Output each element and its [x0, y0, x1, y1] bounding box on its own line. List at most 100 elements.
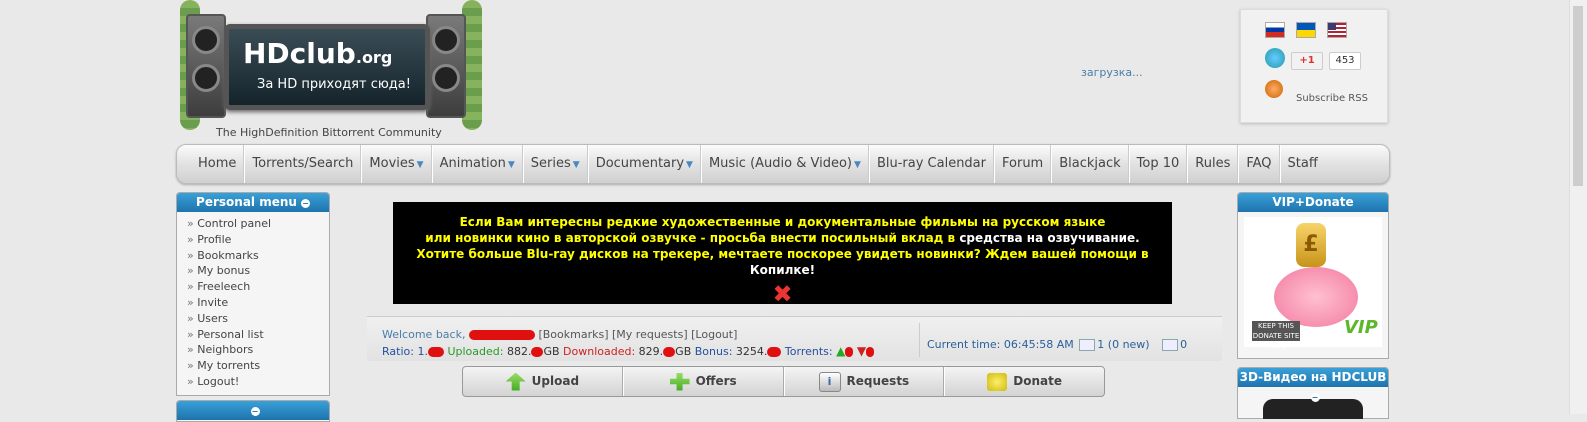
banner-line: Если Вам интересны редкие художественные…	[459, 215, 1106, 229]
flag-ru-icon[interactable]	[1265, 22, 1285, 38]
menu-item-profile[interactable]: Profile	[187, 232, 329, 248]
video3d-panel-header[interactable]: 3D-Видео на HDCLUB−	[1238, 368, 1388, 402]
nav-item-home[interactable]: Home	[191, 145, 245, 183]
my-requests-link[interactable]: [My requests]	[612, 328, 688, 341]
redacted-mark	[427, 347, 444, 357]
nav-item-torrents-search[interactable]: Torrents/Search	[244, 145, 362, 183]
menu-item-bookmarks[interactable]: Bookmarks	[187, 248, 329, 264]
nav-item-music-audio-video[interactable]: Music (Audio & Video) ▼	[700, 145, 869, 183]
panel-header[interactable]: −	[177, 401, 329, 420]
bookmarks-link[interactable]: [Bookmarks]	[538, 328, 608, 341]
user-bar: Welcome back, [Bookmarks] [My requests] …	[367, 316, 1222, 361]
scrollbar-thumb[interactable]	[1573, 6, 1583, 186]
redacted-mark	[531, 347, 544, 357]
seeding-arrow-icon[interactable]: ▲	[836, 344, 845, 358]
upload-button[interactable]: Upload	[463, 367, 623, 396]
donate-button[interactable]: Donate	[944, 367, 1104, 396]
nav-item-blackjack[interactable]: Blackjack	[1051, 145, 1129, 183]
info-icon: i	[818, 371, 841, 392]
menu-item-logout[interactable]: Logout!	[187, 374, 329, 390]
inbox-icon[interactable]	[1079, 339, 1096, 351]
chevron-down-icon: ▼	[686, 160, 693, 170]
requests-button[interactable]: i Requests	[783, 367, 945, 396]
donation-banner: Если Вам интересны редкие художественные…	[393, 202, 1172, 308]
site-logo[interactable]: HDclub.org За HD приходят сюда! The High…	[180, 0, 482, 140]
logout-link[interactable]: [Logout]	[691, 328, 737, 341]
speaker-icon	[186, 14, 226, 118]
nav-item-animation[interactable]: Animation ▼	[431, 145, 523, 183]
nav-item-movies[interactable]: Movies ▼	[361, 145, 432, 183]
site-tagline: The HighDefinition Bittorrent Community	[216, 126, 442, 139]
personal-menu-header[interactable]: Personal menu −	[177, 193, 329, 212]
video3d-panel: 3D-Видео на HDCLUB−	[1237, 367, 1389, 419]
main-nav: Home Torrents/Search Movies ▼ Animation ▼ Seri…	[176, 144, 1390, 184]
menu-item-my-torrents[interactable]: My torrents	[187, 358, 329, 374]
uploaded-value: 882.	[506, 345, 532, 358]
downloaded-value: 829.	[638, 345, 664, 358]
divider	[919, 323, 920, 357]
coin-icon: £	[1296, 223, 1326, 267]
piggy-icon	[987, 372, 1008, 391]
nav-item-staff[interactable]: Staff	[1279, 145, 1325, 183]
collapse-icon[interactable]: −	[1310, 393, 1320, 402]
twitter-icon[interactable]	[1265, 48, 1285, 68]
social-box: +1 453 Subscribe RSS	[1240, 9, 1388, 123]
rss-link[interactable]: Subscribe RSS	[1296, 93, 1368, 104]
stats-line: Ratio: 1. Uploaded: 882. GB Downloaded: 8…	[382, 344, 875, 358]
menu-item-control-panel[interactable]: Control panel	[187, 216, 329, 232]
close-icon[interactable]: ✖	[393, 280, 1172, 308]
redacted-username[interactable]	[468, 330, 535, 340]
nav-item-series[interactable]: Series ▼	[522, 145, 588, 183]
plus-icon	[669, 372, 690, 391]
site-header: HDclub.org За HD приходят сюда! The High…	[176, 0, 1390, 142]
page-scrollbar[interactable]	[1569, 0, 1587, 414]
inbox-count[interactable]: 1 (0 new)	[1097, 338, 1149, 351]
personal-menu: Personal menu− Control panelProfileBookm…	[176, 192, 330, 396]
collapse-icon[interactable]: −	[250, 407, 260, 416]
nav-item-documentary[interactable]: Documentary ▼	[587, 145, 701, 183]
nav-item-forum[interactable]: Forum	[994, 145, 1052, 183]
bonus-value: 3254.	[735, 345, 768, 358]
outbox-count[interactable]: 0	[1180, 338, 1187, 351]
speaker-icon	[426, 14, 466, 118]
collapse-icon[interactable]: −	[300, 199, 310, 208]
chevron-down-icon: ▼	[854, 160, 861, 170]
redacted-mark	[663, 347, 676, 357]
menu-item-freeleech[interactable]: Freeleech	[187, 279, 329, 295]
banner-line: Хотите больше Blu-ray дисков на трекере,…	[416, 247, 1149, 277]
welcome-line: Welcome back, [Bookmarks] [My requests] …	[382, 328, 738, 341]
second-menu-panel: −	[176, 400, 330, 422]
leeching-arrow-icon[interactable]: ▼	[857, 344, 866, 358]
menu-item-personal-list[interactable]: Personal list	[187, 327, 329, 343]
nav-item-rules[interactable]: Rules	[1187, 145, 1239, 183]
vip-label: VIP	[1344, 317, 1378, 338]
vip-donate-panel: VIP+Donate £ KEEP THIS DONATE SITE ALIVE…	[1237, 192, 1389, 359]
vip-donate-image[interactable]: £ KEEP THIS DONATE SITE ALIVE VIP	[1244, 217, 1382, 350]
donate-badge: KEEP THIS DONATE SITE ALIVE	[1252, 321, 1300, 350]
gplus-count: 453	[1329, 52, 1361, 70]
action-bar: Upload Offers i Requests Donate	[462, 366, 1105, 397]
gplus-button[interactable]: +1	[1291, 52, 1323, 70]
menu-item-my-bonus[interactable]: My bonus	[187, 263, 329, 279]
current-time: Current time: 06:45:58 AM 1 (0 new) 0	[927, 338, 1188, 351]
offers-button[interactable]: Offers	[622, 367, 784, 396]
banner-line: или новинки кино в авторской озвучке - п…	[425, 231, 1140, 245]
flag-us-icon[interactable]	[1327, 22, 1347, 38]
rss-icon[interactable]	[1265, 80, 1283, 98]
flag-ua-icon[interactable]	[1296, 22, 1316, 38]
menu-item-invite[interactable]: Invite	[187, 295, 329, 311]
loading-text: загрузка...	[1081, 66, 1143, 79]
chevron-down-icon: ▼	[507, 160, 515, 170]
redacted-mark	[767, 347, 782, 357]
vip-panel-header[interactable]: VIP+Donate	[1238, 193, 1388, 212]
chevron-down-icon: ▼	[416, 160, 424, 170]
menu-item-neighbors[interactable]: Neighbors	[187, 342, 329, 358]
kopilka-link[interactable]: Копилке!	[750, 263, 815, 277]
outbox-icon[interactable]	[1162, 339, 1179, 351]
logo-slogan: За HD приходят сюда!	[257, 77, 411, 92]
nav-item-top-10[interactable]: Top 10	[1128, 145, 1188, 183]
menu-item-users[interactable]: Users	[187, 311, 329, 327]
nav-item-faq[interactable]: FAQ	[1238, 145, 1280, 183]
logo-brand: HDclub.org	[243, 37, 393, 70]
nav-item-blu-ray-calendar[interactable]: Blu-ray Calendar	[868, 145, 994, 183]
